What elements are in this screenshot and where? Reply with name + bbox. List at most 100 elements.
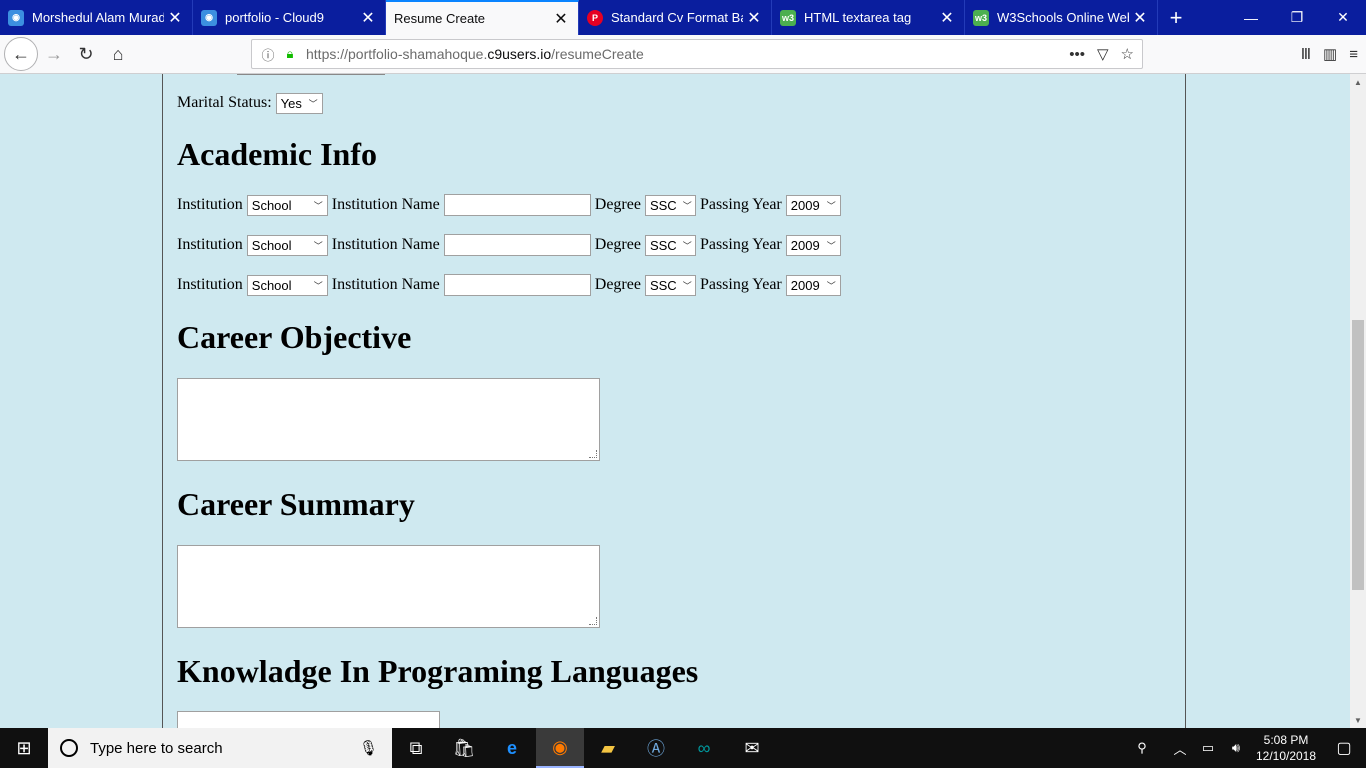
system-tray: ⚲ ︿ ▭ 🔊︎ 5:08 PM 12/10/2018 ▢ (1128, 728, 1366, 768)
passing-year-select[interactable]: 2009 ﹀ (785, 194, 841, 216)
word-app-icon[interactable]: Ⓐ (632, 728, 680, 768)
close-icon[interactable]: ✕ (936, 7, 958, 29)
chevron-down-icon: ﹀ (826, 280, 836, 291)
library-icon[interactable]: Ⅲ (1301, 45, 1311, 63)
career-objective-heading: Career Objective (177, 319, 412, 355)
url-domain: c9users.io (487, 46, 552, 62)
scroll-thumb[interactable] (1352, 320, 1364, 590)
marital-status-label: Marital Status: (177, 94, 272, 111)
microphone-icon[interactable]: 🎙︎ (359, 739, 378, 757)
degree-select[interactable]: SSC ﹀ (644, 194, 696, 216)
degree-label: Degree (594, 196, 641, 213)
lock-icon[interactable]: 🔒︎ (280, 46, 300, 62)
close-icon[interactable]: ✕ (743, 7, 765, 29)
new-tab-icon[interactable]: + (1158, 0, 1194, 35)
tab-standard-cv[interactable]: P Standard Cv Format Banc ✕ (579, 0, 772, 35)
bookmark-star-icon[interactable]: ☆ (1121, 45, 1134, 63)
resize-grip-icon[interactable] (589, 617, 597, 625)
task-view-icon[interactable]: ⧉ (392, 728, 440, 768)
passing-year-select[interactable]: 2009 ﹀ (785, 234, 841, 256)
store-icon[interactable]: 🛍︎ (440, 728, 488, 768)
system-clock[interactable]: 5:08 PM 12/10/2018 (1250, 732, 1322, 764)
windows-start-icon[interactable]: ⊞ (0, 728, 48, 768)
volume-icon[interactable]: 🔊︎ (1224, 740, 1248, 756)
institution-select[interactable]: School ﹀ (246, 194, 328, 216)
knowledge-textarea[interactable] (177, 711, 440, 728)
passing-year-value: 2009 (790, 237, 820, 253)
tab-label: Standard Cv Format Banc (611, 10, 743, 25)
close-icon[interactable]: ✕ (357, 7, 379, 29)
academic-info-heading: Academic Info (177, 136, 377, 172)
institution-name-input[interactable] (443, 274, 591, 296)
edge-icon[interactable]: e (488, 728, 536, 768)
clock-time: 5:08 PM (1263, 733, 1309, 747)
close-window-icon[interactable]: ✕ (1320, 0, 1366, 35)
career-objective-textarea[interactable] (177, 378, 600, 461)
url-bar[interactable]: ⓘ 🔒︎ https://portfolio-shamahoque.c9user… (251, 39, 1143, 69)
minimize-icon[interactable]: — (1228, 0, 1274, 35)
w3schools-icon: w3 (780, 9, 796, 26)
tab-html-textarea[interactable]: w3 HTML textarea tag ✕ (772, 0, 965, 35)
tab-label: portfolio - Cloud9 (225, 10, 324, 25)
cortana-icon (60, 739, 78, 757)
back-arrow-icon[interactable]: ← (4, 37, 38, 71)
network-icon[interactable]: ▭ (1196, 740, 1220, 756)
taskbar-search-box[interactable]: Type here to search 🎙︎ (48, 728, 392, 768)
passing-year-value: 2009 (790, 197, 820, 213)
institution-value: School (251, 277, 292, 293)
page-actions-icon[interactable]: ••• (1069, 46, 1085, 63)
passing-year-value: 2009 (790, 277, 820, 293)
institution-name-input[interactable] (443, 194, 591, 216)
resize-grip-icon[interactable] (589, 450, 597, 458)
notification-icon[interactable]: ▢ (1322, 738, 1366, 758)
institution-select[interactable]: School ﹀ (246, 274, 328, 296)
pocket-icon[interactable]: ▽ (1097, 45, 1109, 63)
arduino-icon[interactable]: ∞ (680, 728, 728, 768)
home-icon[interactable]: ⌂ (102, 38, 134, 70)
url-text[interactable]: https://portfolio-shamahoque.c9users.io/… (306, 46, 644, 62)
search-placeholder: Type here to search (90, 739, 223, 757)
resume-form-container: Marital Status: Yes ﹀ Academic Info Insti… (162, 74, 1186, 728)
marital-status-row: Marital Status: Yes ﹀ (177, 92, 327, 114)
career-summary-heading: Career Summary (177, 486, 415, 522)
career-summary-textarea[interactable] (177, 545, 600, 628)
file-explorer-icon[interactable]: ▰ (584, 728, 632, 768)
passing-year-select[interactable]: 2009 ﹀ (785, 274, 841, 296)
scroll-up-icon[interactable]: ▲ (1350, 74, 1366, 90)
restore-icon[interactable]: ❐ (1274, 0, 1320, 35)
tab-morshedul[interactable]: ◉ Morshedul Alam Murad ✕ (0, 0, 193, 35)
chevron-down-icon: ﹀ (313, 200, 323, 211)
passing-year-label: Passing Year (699, 276, 782, 293)
clipped-field[interactable] (237, 74, 385, 75)
chevron-down-icon: ﹀ (308, 98, 318, 109)
institution-label: Institution (177, 196, 243, 213)
institution-select[interactable]: School ﹀ (246, 234, 328, 256)
mail-icon[interactable]: ✉ (728, 728, 776, 768)
forward-arrow-icon[interactable]: → (38, 38, 70, 70)
sidebar-icon[interactable]: ▥ (1323, 45, 1337, 63)
firefox-icon[interactable]: ◉ (536, 728, 584, 768)
scroll-down-icon[interactable]: ▼ (1350, 712, 1366, 728)
marital-status-select[interactable]: Yes ﹀ (275, 92, 323, 114)
page-scrollbar[interactable]: ▲ ▼ (1350, 74, 1366, 728)
chevron-up-icon[interactable]: ︿ (1168, 739, 1192, 758)
cloud9-eye-icon: ◉ (8, 9, 24, 26)
chevron-down-icon: ﹀ (682, 200, 692, 211)
marital-status-value: Yes (280, 95, 302, 111)
close-icon[interactable]: ✕ (550, 8, 572, 30)
institution-name-input[interactable] (443, 234, 591, 256)
degree-select[interactable]: SSC ﹀ (644, 234, 696, 256)
tab-resume-create[interactable]: Resume Create ✕ (386, 0, 579, 35)
degree-select[interactable]: SSC ﹀ (644, 274, 696, 296)
academic-row: Institution School ﹀ Institution Name Deg… (177, 194, 845, 216)
menu-icon[interactable]: ≡ (1349, 46, 1358, 63)
tab-portfolio-cloud9[interactable]: ◉ portfolio - Cloud9 ✕ (193, 0, 386, 35)
close-icon[interactable]: ✕ (1129, 7, 1151, 29)
people-icon[interactable]: ⚲ (1130, 740, 1154, 756)
chevron-down-icon: ﹀ (313, 280, 323, 291)
tab-w3schools[interactable]: w3 W3Schools Online Web T ✕ (965, 0, 1158, 35)
close-icon[interactable]: ✕ (164, 7, 186, 29)
reload-icon[interactable]: ↻ (70, 38, 102, 70)
info-icon[interactable]: ⓘ (258, 45, 278, 64)
tab-label: W3Schools Online Web T (997, 10, 1129, 25)
